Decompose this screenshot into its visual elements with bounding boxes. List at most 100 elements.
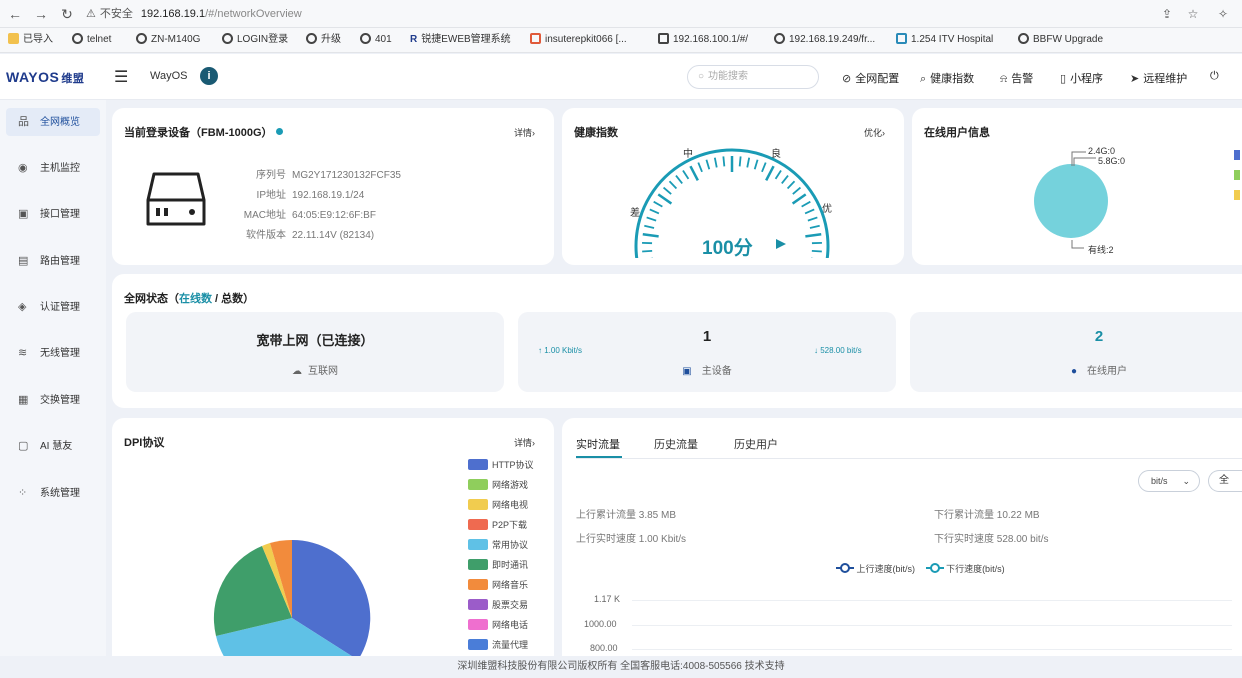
bookmark[interactable]: 升级 [306, 33, 341, 47]
header-link-remote[interactable]: ➤ 远程维护 [1130, 70, 1187, 86]
header-link-alarm[interactable]: ⍾ 告警 [1000, 70, 1033, 86]
legend-item[interactable]: 常用协议 [468, 538, 528, 551]
bookmark[interactable]: BBFW Upgrade [1018, 33, 1103, 47]
health-optimize-link[interactable]: 优化› [864, 126, 885, 139]
header-link-health[interactable]: ⌕ 健康指数 [920, 70, 974, 86]
kit-icon [530, 33, 541, 44]
sidebar-item-auth[interactable]: ◈ 认证管理 [6, 293, 100, 321]
gauge-tick [682, 170, 690, 180]
sidebar-item-routing[interactable]: ▤ 路由管理 [6, 247, 100, 275]
down-rate-text: 下行实时速度 528.00 bit/s [934, 534, 1049, 545]
tab-history-users[interactable]: 历史用户 [734, 436, 778, 452]
bookmark[interactable]: 已导入 [8, 33, 53, 47]
sidebar-item-host-monitor[interactable]: ◉ 主机监控 [6, 154, 100, 182]
phone-icon: ▯ [1060, 73, 1067, 85]
sidebar-item-switch[interactable]: ▦ 交换管理 [6, 386, 100, 414]
gauge-label-good: 良 [771, 149, 781, 160]
bookmark[interactable]: R 锐捷EWEB管理系统 [410, 33, 511, 47]
device-title: 当前登录设备（FBM-1000G） [124, 124, 283, 140]
share-icon[interactable]: ⇪ [1158, 5, 1176, 23]
tab-history[interactable]: 历史流量 [654, 436, 698, 452]
device-detail-link[interactable]: 详情› [514, 126, 535, 139]
sidebar: 品全网概览 ◉ 主机监控 ▣ 接口管理 ▤ 路由管理 ◈ 认证管理 ≋ 无线管理 ▦ 交换管… [0, 100, 106, 678]
network-status-title: 全网状态（在线数 / 总数） [124, 293, 255, 305]
user-icon: ● [1070, 366, 1078, 377]
wan-status-box[interactable]: 宽带上网（已连接） ☁ 互联网 [126, 312, 504, 392]
tabs-divider [576, 458, 1242, 459]
shield-icon: ◈ [18, 301, 27, 313]
reload-icon[interactable]: ↻ [58, 5, 76, 23]
sidebar-item-system[interactable]: ⁘ 系统管理 [6, 479, 100, 507]
app-name: WayOS [150, 70, 188, 82]
bookmark[interactable]: 192.168.100.1/#/ [658, 33, 748, 47]
gauge-tick [786, 180, 796, 190]
app-header: WAYOS 维盟 ☰ WayOS i ○ 功能搜索 ⊘ 全网配置 ⌕ 健康指数 ⍾ 告警 … [0, 54, 1242, 100]
bookmark[interactable]: ZN-M140G [136, 33, 200, 47]
down-rate: ↓ 528.00 bit/s [814, 346, 862, 355]
legend-item[interactable]: P2P下载 [468, 518, 527, 531]
dpi-pie-chart [213, 539, 371, 658]
bookmark[interactable]: 401 [360, 33, 392, 47]
bookmark[interactable]: telnet [72, 33, 111, 47]
settings-icon: ⁘ [18, 487, 28, 499]
status-dot [275, 128, 283, 135]
bookmark[interactable]: 1.254 ITV Hospital [896, 33, 993, 47]
legend-item[interactable]: 网络游戏 [468, 478, 528, 491]
legend-item[interactable]: 股票交易 [468, 598, 528, 611]
unit-select[interactable]: bit/s ⌄ [1138, 470, 1200, 492]
info-badge[interactable]: i [200, 67, 218, 85]
device-icon: ▣ [682, 366, 692, 377]
legend-swatch [468, 599, 488, 610]
main-device-label-row: ▣ 主设备 [682, 366, 732, 377]
wan-title: 宽带上网（已连接） [256, 333, 374, 348]
network-status-card: 全网状态（在线数 / 总数） 宽带上网（已连接） ☁ 互联网 ↑ 1.00 Kbi… [112, 274, 1242, 408]
menu-toggle-icon[interactable]: ☰ [114, 67, 128, 87]
network-icon: 品 [18, 116, 29, 128]
label-wired: 有线:2 [1088, 245, 1114, 255]
interface-icon: ▣ [18, 208, 29, 220]
legend-item[interactable]: 即时通讯 [468, 558, 528, 571]
traffic-card: 实时流量 历史流量 历史用户 bit/s ⌄ 全 上行累计流量 3.85 MB 上… [562, 418, 1242, 658]
legend-item[interactable]: 流量代理 [468, 638, 528, 651]
bookmark[interactable]: insuterepkit066 [... [530, 33, 627, 47]
sidebar-item-ai[interactable]: ▢ AI 慧友 [6, 432, 100, 460]
sidebar-item-wireless[interactable]: ≋ 无线管理 [6, 339, 100, 367]
header-link-mini-program[interactable]: ▯ 小程序 [1060, 70, 1103, 86]
back-icon[interactable]: ← [6, 5, 24, 23]
bookmark[interactable]: 192.168.19.249/fr... [774, 33, 875, 47]
search-input[interactable]: ○ 功能搜索 [687, 65, 819, 89]
sidebar-item-interface[interactable]: ▣ 接口管理 [6, 200, 100, 228]
gauge-tick [649, 208, 660, 215]
gauge-tick [781, 175, 789, 184]
page-icon [658, 33, 669, 44]
bookmark[interactable]: LOGIN登录 [222, 33, 288, 47]
gauge-tick [689, 165, 699, 181]
gauge-tick [646, 216, 657, 222]
main-device-box[interactable]: ↑ 1.00 Kbit/s ↓ 528.00 bit/s 1 ▣ 主设备 [518, 312, 896, 392]
dpi-title: DPI协议 [124, 437, 165, 449]
legend-item[interactable]: HTTP协议 [468, 458, 534, 471]
header-link-network-config[interactable]: ⊘ 全网配置 [842, 70, 899, 86]
gauge-tick [807, 216, 818, 222]
globe-icon [222, 33, 233, 44]
address-bar[interactable]: ⚠ 不安全 192.168.19.1/#/networkOverview [86, 3, 1206, 25]
url-path: /#/networkOverview [205, 8, 302, 20]
forward-icon[interactable]: → [32, 5, 50, 23]
legend-swatch [1234, 190, 1240, 200]
legend-swatch [468, 479, 488, 490]
online-user-box[interactable]: 2 ● 在线用户 [910, 312, 1242, 392]
legend-item[interactable]: 网络电视 [468, 498, 528, 511]
legend-item[interactable]: 网络音乐 [468, 578, 528, 591]
legend-item[interactable]: 网络电话 [468, 618, 528, 631]
label-58g: 5.8G:0 [1098, 156, 1126, 166]
extension-icon[interactable]: ✧ [1214, 5, 1232, 23]
star-icon[interactable]: ☆ [1184, 5, 1202, 23]
power-icon[interactable]: ⏻ [1210, 70, 1219, 83]
gauge-tick [746, 157, 751, 168]
tab-realtime[interactable]: 实时流量 [576, 436, 620, 452]
legend-swatch [468, 499, 488, 510]
dpi-detail-link[interactable]: 详情› [514, 436, 535, 449]
gauge-tick [697, 162, 703, 173]
all-button[interactable]: 全 [1208, 470, 1242, 492]
sidebar-item-overview[interactable]: 品全网概览 [6, 108, 100, 136]
